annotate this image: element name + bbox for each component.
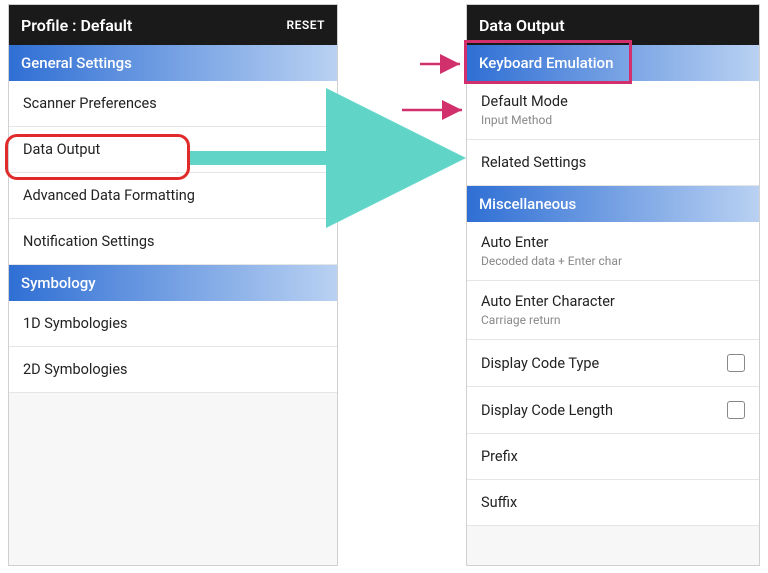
item-subtitle: Decoded data + Enter char (481, 254, 622, 268)
item-scanner-preferences[interactable]: Scanner Preferences (9, 81, 337, 127)
item-title: Default Mode (481, 93, 568, 110)
profile-header: Profile : Default RESET (9, 5, 337, 45)
item-label: 1D Symbologies (23, 315, 128, 332)
section-miscellaneous: Miscellaneous (467, 186, 759, 222)
item-auto-enter-character[interactable]: Auto Enter Character Carriage return (467, 281, 759, 340)
item-label: Advanced Data Formatting (23, 187, 195, 204)
section-symbology: Symbology (9, 265, 337, 301)
item-advanced-data-formatting[interactable]: Advanced Data Formatting (9, 173, 337, 219)
item-auto-enter[interactable]: Auto Enter Decoded data + Enter char (467, 222, 759, 281)
profile-title: Profile : Default (21, 16, 132, 35)
item-label: 2D Symbologies (23, 361, 128, 378)
data-output-header: Data Output (467, 5, 759, 45)
item-2d-symbologies[interactable]: 2D Symbologies (9, 347, 337, 393)
checkbox-display-code-type[interactable] (727, 354, 745, 372)
item-title: Auto Enter Character (481, 293, 615, 310)
data-output-title: Data Output (479, 16, 565, 35)
item-label: Scanner Preferences (23, 95, 157, 112)
item-1d-symbologies[interactable]: 1D Symbologies (9, 301, 337, 347)
item-suffix[interactable]: Suffix (467, 480, 759, 526)
item-label: Display Code Length (481, 402, 613, 419)
item-notification-settings[interactable]: Notification Settings (9, 219, 337, 265)
item-label: Data Output (23, 141, 100, 158)
section-general-settings: General Settings (9, 45, 337, 81)
item-subtitle: Carriage return (481, 313, 561, 327)
item-label: Prefix (481, 448, 518, 465)
item-label: Suffix (481, 494, 517, 511)
item-default-mode[interactable]: Default Mode Input Method (467, 81, 759, 140)
section-keyboard-emulation: Keyboard Emulation (467, 45, 759, 81)
item-related-settings[interactable]: Related Settings (467, 140, 759, 186)
callout-arrow-top-icon (418, 54, 468, 74)
item-display-code-length[interactable]: Display Code Length (467, 387, 759, 434)
reset-button[interactable]: RESET (287, 18, 325, 32)
data-output-screen: Data Output Keyboard Emulation Default M… (466, 4, 760, 566)
item-label: Related Settings (481, 154, 586, 171)
item-title: Auto Enter (481, 234, 548, 251)
item-data-output[interactable]: Data Output (9, 127, 337, 173)
checkbox-display-code-length[interactable] (727, 401, 745, 419)
item-prefix[interactable]: Prefix (467, 434, 759, 480)
profile-screen: Profile : Default RESET General Settings… (8, 4, 338, 566)
item-display-code-type[interactable]: Display Code Type (467, 340, 759, 387)
item-label: Display Code Type (481, 355, 599, 372)
item-label: Notification Settings (23, 233, 154, 250)
item-subtitle: Input Method (481, 113, 552, 127)
callout-arrow-mid-icon (400, 100, 470, 120)
